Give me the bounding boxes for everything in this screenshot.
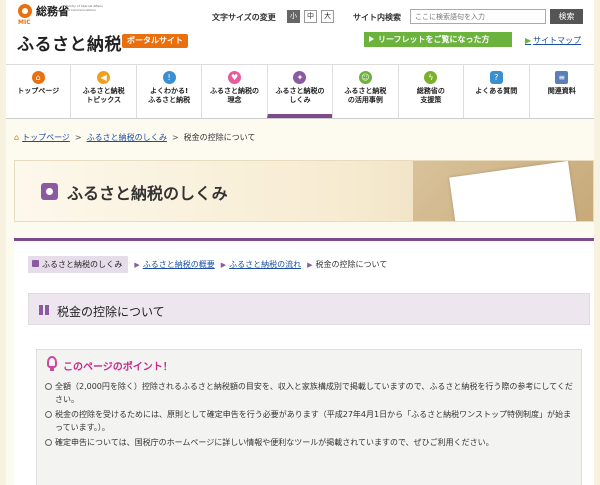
nav-item-label: ふるさと納税の 理念 [210,87,260,104]
nav-item-label: ふるさと納税の しくみ [275,87,325,104]
page-hero: ふるさと納税のしくみ [14,160,594,222]
nav-item-label: トップページ [17,87,60,95]
search-label: サイト内検索 [353,13,401,22]
nav-item-label: ふるさと納税 の活用事例 [344,87,387,104]
local-nav-current[interactable]: ふるさと納税のしくみ [28,256,129,273]
nav-item-label: よくわかる! ふるさと納税 [148,87,191,104]
nav-item-cases[interactable]: ☺ ふるさと納税 の活用事例 [332,65,397,118]
section-header: 税金の控除について [28,293,590,325]
nav-item-topics[interactable]: ◀ ふるさと納税 トピックス [70,65,135,118]
section-icon [39,305,49,315]
list-item: 税金の控除を受けるためには、原則として確定申告を行う必要があります（平成27年4… [45,408,575,434]
breadcrumb-separator: > [74,133,82,142]
fontsize-large-button[interactable]: 大 [321,10,334,23]
puzzle-icon [41,183,58,200]
breadcrumb-mechanism-link[interactable]: ふるさと納税のしくみ [87,133,167,142]
nav-item-support[interactable]: ϟ 総務省の 支援策 [397,65,463,118]
breadcrumb: ⌂ トップページ > ふるさと納税のしくみ > 税金の控除について [14,132,255,143]
puzzle-icon: ✦ [293,71,307,84]
nav-item-philosophy[interactable]: ♥ ふるさと納税の 理念 [201,65,266,118]
megaphone-icon: ◀ [97,71,111,84]
content-area: ふるさと納税のしくみ ▶ ふるさと納税の概要 ▶ ふるさと納税の流れ ▶ 税金の… [14,238,594,485]
ministry-english-name: Ministry of Internal Affairs and Communi… [64,4,103,12]
arrow-right-icon: ▶ [307,260,313,269]
nav-item-top[interactable]: ⌂ トップページ [6,65,70,118]
site-title[interactable]: ふるさと納税 [17,30,122,55]
nav-item-faq[interactable]: ? よくある質問 [463,65,528,118]
arrow-right-icon: ▶ [134,260,140,269]
page: MIC 総務省 Ministry of Internal Affairs and… [6,0,594,485]
lightbulb-icon [47,356,57,371]
nav-item-label: よくある質問 [475,87,518,95]
list-item: 全額（2,000円を除く）控除されるふるさと納税額の目安を、収入と家族構成別で掲… [45,380,575,406]
nav-item-label: ふるさと納税 トピックス [82,87,125,104]
fontsize-small-button[interactable]: 小 [287,10,300,23]
nav-item-guide[interactable]: ! よくわかる! ふるさと納税 [135,65,201,118]
mic-label: MIC [18,19,31,26]
nav-item-documents[interactable]: ≡ 関連資料 [528,65,594,118]
sitemap-link[interactable]: ▶ サイトマップ [525,35,581,46]
home-icon: ⌂ [14,133,20,142]
search-button[interactable]: 検索 [550,9,583,24]
breadcrumb-top-link[interactable]: トップページ [22,133,70,142]
lightbulb-icon: ! [162,71,176,84]
section-title: 税金の控除について [57,305,165,319]
arrow-right-icon: ▶ [220,260,227,269]
lightning-icon: ϟ [424,71,438,84]
points-box: このページのポイント！ 全額（2,000円を除く）控除されるふるさと納税額の目安… [36,349,582,485]
site-header: MIC 総務省 Ministry of Internal Affairs and… [6,0,594,64]
points-title: このページのポイント！ [63,362,173,373]
points-list: 全額（2,000円を除く）控除されるふるさと納税額の目安を、収入と家族構成別で掲… [45,380,575,451]
local-nav: ふるさと納税のしくみ ▶ ふるさと納税の概要 ▶ ふるさと納税の流れ ▶ 税金の… [28,256,387,273]
nav-item-label: 関連資料 [547,87,576,95]
nav-item-label: 総務省の 支援策 [416,87,445,104]
portal-badge: ポータルサイト [122,34,188,48]
sitemap-link-label: サイトマップ [533,36,582,45]
list-item: 確定申告については、国税庁のホームページに詳しい情報や便利なツールが掲載されてい… [45,436,575,449]
home-icon: ⌂ [31,71,45,84]
global-nav: ⌂ トップページ ◀ ふるさと納税 トピックス ! よくわかる! ふるさと納税 … [6,64,594,119]
breadcrumb-current: 税金の控除について [183,133,256,142]
search-input[interactable] [410,9,546,24]
breadcrumb-separator: > [171,133,179,142]
document-icon: ≡ [555,71,569,84]
local-nav-overview-link[interactable]: ふるさと納税の概要 [143,259,215,270]
local-nav-active: 税金の控除について [315,260,388,269]
question-icon: ? [489,71,503,84]
smile-icon: ☺ [358,71,372,84]
mic-logo-icon[interactable] [18,4,32,18]
fontsize-label: 文字サイズの変更 [212,13,276,22]
arrow-right-icon: ▶ [525,36,532,45]
local-nav-flow-link[interactable]: ふるさと納税の流れ [229,259,301,270]
nav-item-mechanism[interactable]: ✦ ふるさと納税の しくみ [266,65,333,118]
leaflet-button[interactable]: リーフレットをご覧になった方 [364,32,512,47]
fontsize-medium-button[interactable]: 中 [304,10,317,23]
heart-icon: ♥ [228,71,242,84]
page-title: ふるさと納税のしくみ [67,184,228,203]
